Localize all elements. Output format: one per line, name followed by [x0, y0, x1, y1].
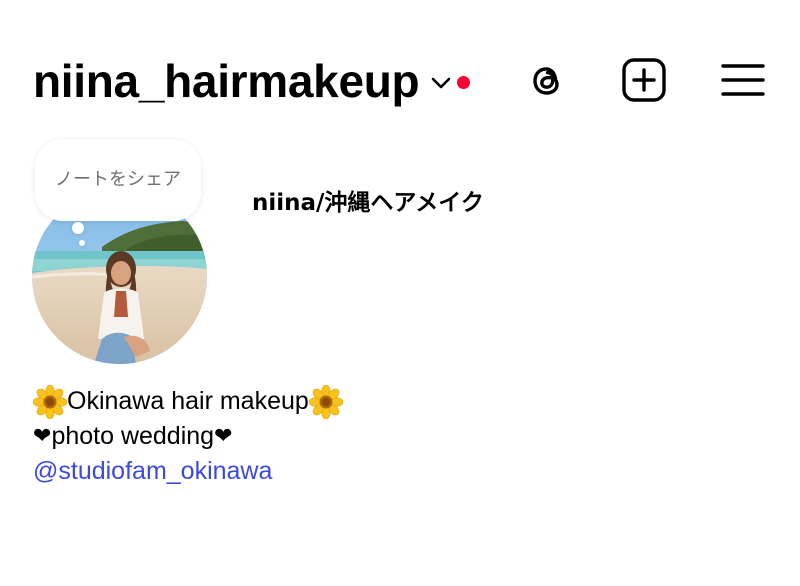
account-switcher[interactable]: niina_hairmakeup [33, 52, 471, 110]
note-bubble[interactable]: ノートをシェア [35, 139, 201, 221]
bio: Okinawa hair makeup ❤ photo wedding ❤ @s… [32, 384, 344, 489]
sunflower-icon [32, 384, 68, 419]
profile-screen: niina_hairmakeup ノートをシェア niina/沖縄ヘアメイク O… [0, 0, 800, 586]
create-post-icon[interactable] [621, 57, 667, 103]
hamburger-menu-icon[interactable] [720, 57, 766, 103]
bio-text-1: Okinawa hair makeup [67, 387, 309, 415]
note-bubble-tail [72, 222, 84, 234]
username[interactable]: niina_hairmakeup [33, 54, 420, 108]
bio-line-2: ❤ photo wedding ❤ [33, 419, 343, 454]
note-bubble-tail-small [79, 240, 85, 246]
notification-dot [457, 75, 471, 89]
display-name: niina/沖縄ヘアメイク [252, 190, 484, 216]
note-text: ノートをシェア [55, 169, 181, 190]
chevron-down-icon[interactable] [429, 71, 453, 95]
bio-line-1: Okinawa hair makeup [32, 384, 344, 419]
bio-text-2: photo wedding [51, 422, 215, 450]
sunflower-icon [308, 384, 344, 419]
threads-icon[interactable] [524, 57, 570, 103]
bio-mention-link[interactable]: @studiofam_okinawa [33, 454, 272, 489]
heart-icon: ❤ [33, 424, 52, 449]
bio-line-3: @studiofam_okinawa [33, 454, 343, 489]
heart-icon: ❤ [214, 424, 233, 449]
